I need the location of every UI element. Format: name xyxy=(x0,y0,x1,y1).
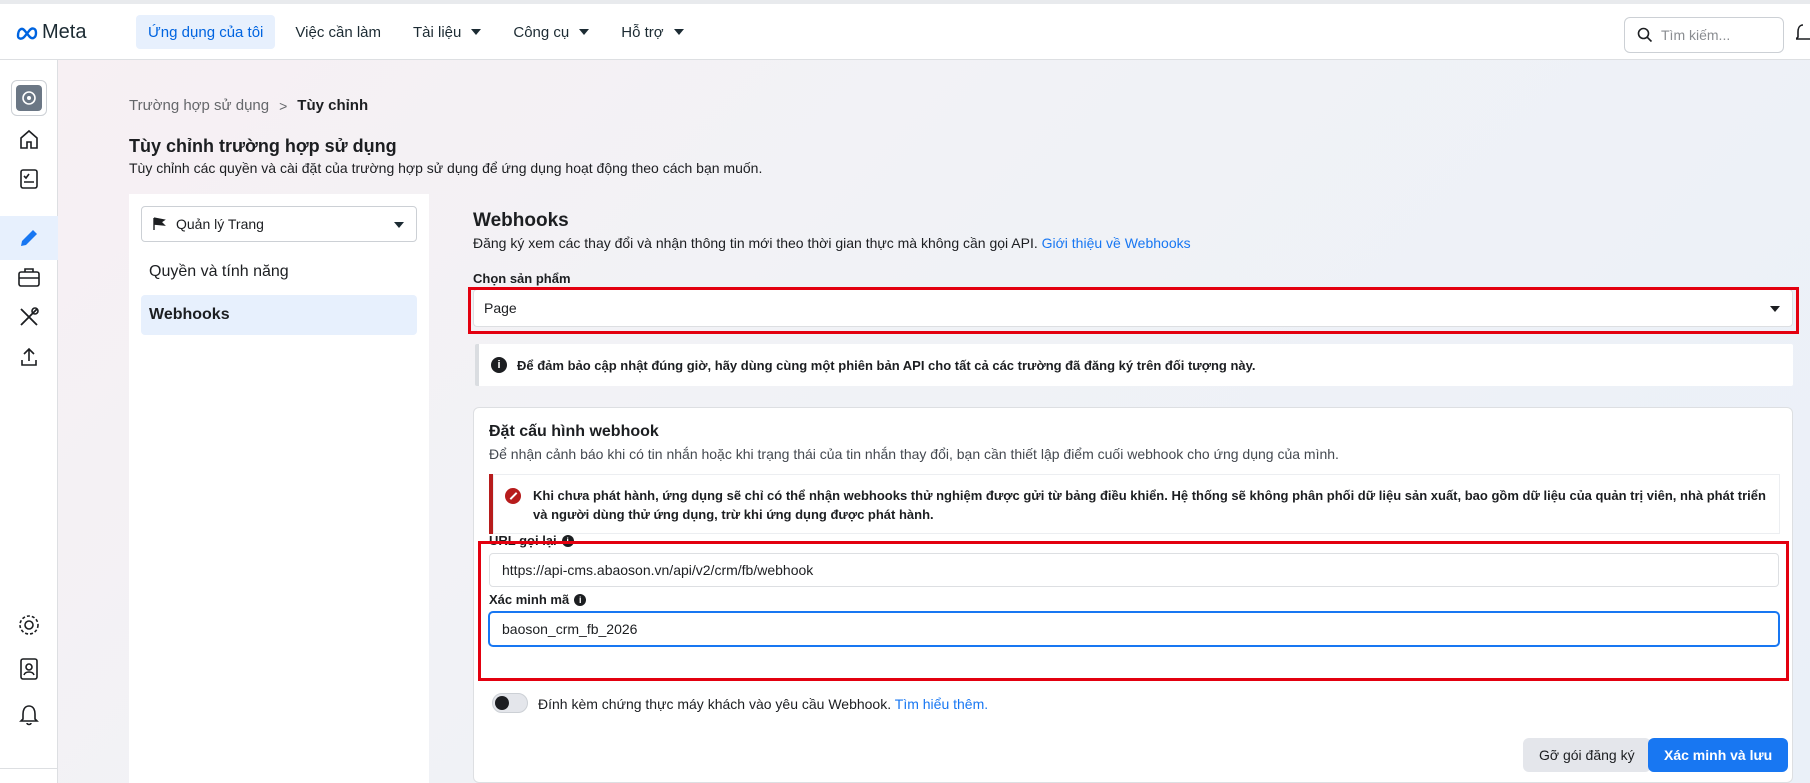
webhooks-panel: Webhooks Đăng ký xem các thay đổi và nhậ… xyxy=(458,194,1800,783)
client-cert-toggle[interactable] xyxy=(492,693,528,713)
nav-label: Công cụ xyxy=(513,23,570,41)
contacts-icon[interactable] xyxy=(14,654,44,684)
top-navigation-bar: Meta Ứng dụng của tôi Việc cần làm Tài l… xyxy=(0,0,1810,60)
caret-down-icon xyxy=(394,222,404,228)
nav-my-apps[interactable]: Ứng dụng của tôi xyxy=(136,15,276,49)
info-icon[interactable]: i xyxy=(574,593,587,606)
sidebar-item-permissions[interactable]: Quyền và tính năng xyxy=(141,252,417,292)
verify-token-label-text: Xác minh mã xyxy=(489,592,570,607)
breadcrumb-current: Tùy chỉnh xyxy=(297,97,369,114)
edit-icon[interactable] xyxy=(14,223,44,253)
nav-todo[interactable]: Việc cần làm xyxy=(283,15,393,49)
caret-down-icon xyxy=(471,29,482,35)
warning-line-2: và người dùng thử ứng dụng, trừ khi ứng … xyxy=(533,507,934,522)
notice-text: Để đảm bảo cập nhật đúng giờ, hãy dùng c… xyxy=(517,357,1256,373)
unpublished-warning: Khi chưa phát hành, ứng dụng sẽ chỉ có t… xyxy=(489,474,1780,534)
tools-icon[interactable] xyxy=(14,302,44,332)
bell-icon[interactable] xyxy=(14,700,44,730)
verify-and-save-button[interactable]: Xác minh và lưu xyxy=(1648,738,1789,772)
nav-support[interactable]: Hỗ trợ xyxy=(609,15,695,49)
client-cert-toggle-label: Đính kèm chứng thực máy khách vào yêu cầ… xyxy=(538,696,988,712)
unsubscribe-button[interactable]: Gỡ gói đăng ký xyxy=(1523,738,1651,772)
callback-url-input[interactable] xyxy=(489,553,1779,587)
learn-more-link[interactable]: Tìm hiểu thêm. xyxy=(895,696,988,712)
webhooks-description: Đăng ký xem các thay đổi và nhận thông t… xyxy=(473,235,1191,251)
product-select-value: Page xyxy=(484,300,517,316)
use-case-sidebar: Quản lý Trang Quyền và tính năng Webhook… xyxy=(129,194,429,783)
rail-divider xyxy=(0,768,58,769)
left-icon-rail xyxy=(0,60,58,783)
toggle-label-text: Đính kèm chứng thực máy khách vào yêu cầ… xyxy=(538,696,892,712)
nav-docs[interactable]: Tài liệu xyxy=(401,15,493,49)
briefcase-icon[interactable] xyxy=(14,262,44,292)
page-subtitle: Tùy chỉnh các quyền và cài đặt của trườn… xyxy=(129,160,763,176)
search-input[interactable]: Tìm kiếm... xyxy=(1624,17,1784,53)
config-subtitle: Để nhận cảnh báo khi có tin nhắn hoặc kh… xyxy=(489,446,1339,462)
search-icon xyxy=(1637,27,1653,43)
caret-down-icon xyxy=(579,29,590,35)
product-select[interactable]: Page xyxy=(473,289,1793,327)
webhooks-title: Webhooks xyxy=(473,210,569,231)
breadcrumb: Trường hợp sử dụng > Tùy chỉnh xyxy=(129,97,368,114)
webhooks-intro-link[interactable]: Giới thiệu về Webhooks xyxy=(1042,235,1191,251)
api-version-notice: i Để đảm bảo cập nhật đúng giờ, hãy dùng… xyxy=(475,344,1793,386)
notifications-bell-icon[interactable] xyxy=(1794,23,1810,50)
product-select-label: Chọn sản phẩm xyxy=(473,271,571,286)
checklist-icon[interactable] xyxy=(14,164,44,194)
app-icon[interactable] xyxy=(11,80,47,116)
nav-label: Việc cần làm xyxy=(295,23,382,41)
sidebar-item-label: Webhooks xyxy=(149,306,230,323)
caret-down-icon xyxy=(1770,306,1780,312)
main-nav: Ứng dụng của tôi Việc cần làm Tài liệu C… xyxy=(136,15,704,49)
search-placeholder: Tìm kiếm... xyxy=(1661,27,1731,43)
callback-url-label: URL gọi lại i xyxy=(489,533,574,548)
breadcrumb-parent-link[interactable]: Trường hợp sử dụng xyxy=(129,97,269,114)
config-title: Đặt cấu hình webhook xyxy=(489,423,659,440)
nav-label: Hỗ trợ xyxy=(621,23,664,41)
meta-logo-text: Meta xyxy=(42,21,87,43)
page-title: Tùy chỉnh trường hợp sử dụng xyxy=(129,136,397,156)
toggle-knob xyxy=(495,696,509,710)
settings-icon[interactable] xyxy=(14,610,44,640)
verify-token-input[interactable] xyxy=(489,612,1779,646)
product-dropdown-label: Quản lý Trang xyxy=(176,216,264,232)
nav-label: Tài liệu xyxy=(413,23,462,41)
verify-token-label: Xác minh mã i xyxy=(489,592,587,607)
flag-icon xyxy=(153,217,166,230)
warning-line-1: Khi chưa phát hành, ứng dụng sẽ chỉ có t… xyxy=(533,488,1766,503)
product-dropdown[interactable]: Quản lý Trang xyxy=(141,206,417,242)
prohibited-icon xyxy=(505,488,521,504)
meta-logo[interactable]: Meta xyxy=(16,21,86,44)
upload-icon[interactable] xyxy=(14,342,44,372)
meta-infinity-icon xyxy=(16,26,38,40)
nav-label: Ứng dụng của tôi xyxy=(148,23,264,41)
nav-tools[interactable]: Công cụ xyxy=(501,15,601,49)
webhook-config-card: Đặt cấu hình webhook Để nhận cảnh báo kh… xyxy=(473,407,1793,783)
chevron-right-icon: > xyxy=(279,97,288,114)
sidebar-item-label: Quyền và tính năng xyxy=(149,263,289,280)
info-icon[interactable]: i xyxy=(561,534,574,547)
info-icon: i xyxy=(491,357,507,373)
caret-down-icon xyxy=(673,29,684,35)
webhooks-description-text: Đăng ký xem các thay đổi và nhận thông t… xyxy=(473,235,1038,251)
home-icon[interactable] xyxy=(14,124,44,154)
callback-url-label-text: URL gọi lại xyxy=(489,533,557,548)
sidebar-item-webhooks[interactable]: Webhooks xyxy=(141,295,417,335)
